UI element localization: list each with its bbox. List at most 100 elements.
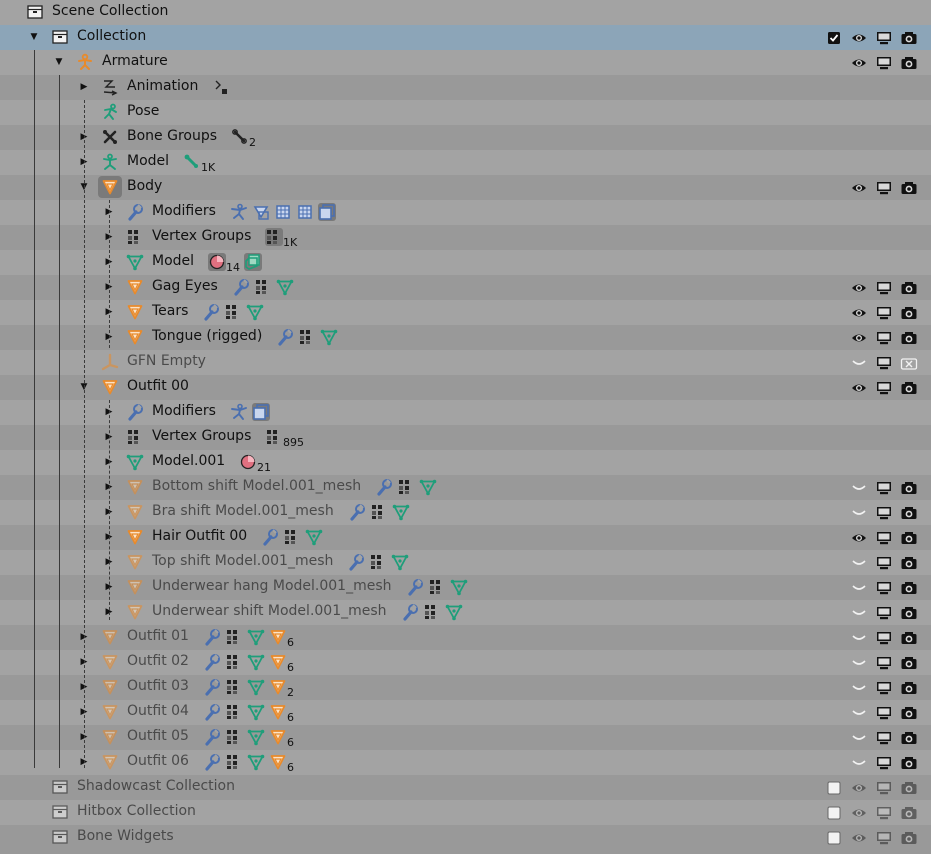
material-icon[interactable] (239, 453, 257, 471)
eye-closed-icon[interactable] (846, 675, 871, 700)
vertex-groups-icon[interactable] (265, 228, 283, 246)
monitor-icon[interactable] (871, 175, 896, 200)
outliner-row[interactable]: ▶ Model 1K (0, 150, 931, 175)
bone-icon[interactable] (183, 153, 201, 171)
camera-icon[interactable] (896, 650, 921, 675)
outliner-row[interactable]: ▶ Outfit 05 6 (0, 725, 931, 750)
wrench-icon[interactable] (401, 603, 419, 621)
expand-closed-arrow-icon[interactable]: ▶ (78, 81, 90, 93)
monitor-icon[interactable] (871, 375, 896, 400)
outliner-row[interactable]: ▶ Tears (0, 300, 931, 325)
subsurf-modifier-icon[interactable] (296, 203, 314, 221)
mesh-data-icon[interactable] (247, 728, 265, 746)
vertex-groups-icon[interactable] (298, 328, 316, 346)
monitor-icon[interactable] (871, 750, 896, 775)
mesh-data-icon[interactable] (247, 678, 265, 696)
wrench-icon[interactable] (203, 728, 221, 746)
camera-icon[interactable] (896, 475, 921, 500)
expand-open-arrow-icon[interactable]: ▼ (28, 31, 40, 43)
outliner-row[interactable]: ▶ Top shift Model.001_mesh (0, 550, 931, 575)
vertex-groups-icon[interactable] (265, 428, 283, 446)
monitor-icon[interactable] (871, 275, 896, 300)
eye-closed-icon[interactable] (846, 500, 871, 525)
wrench-icon[interactable] (261, 528, 279, 546)
eye-closed-icon[interactable] (846, 750, 871, 775)
eye-icon[interactable] (846, 275, 871, 300)
outliner-row[interactable]: ▶ Bottom shift Model.001_mesh (0, 475, 931, 500)
mesh-data-icon[interactable] (445, 603, 463, 621)
monitor-icon[interactable] (871, 600, 896, 625)
eye-closed-icon[interactable] (846, 600, 871, 625)
mesh-data-icon[interactable] (247, 703, 265, 721)
outliner-row[interactable]: ▶ Underwear hang Model.001_mesh (0, 575, 931, 600)
vertex-groups-icon[interactable] (397, 478, 415, 496)
eye-icon[interactable] (846, 775, 871, 800)
eye-closed-icon[interactable] (846, 475, 871, 500)
camera-icon[interactable] (896, 825, 921, 850)
wrench-icon[interactable] (203, 703, 221, 721)
outliner-row[interactable]: Hitbox Collection (0, 800, 931, 825)
wrench-icon[interactable] (232, 278, 250, 296)
vertex-groups-icon[interactable] (224, 303, 242, 321)
mesh-object-icon[interactable] (269, 753, 287, 771)
eye-icon[interactable] (846, 825, 871, 850)
camera-icon[interactable] (896, 675, 921, 700)
camera-icon[interactable] (896, 575, 921, 600)
shape-keys-icon[interactable] (244, 253, 262, 271)
vertex-groups-icon[interactable] (225, 753, 243, 771)
vertex-groups-icon[interactable] (428, 578, 446, 596)
camera-icon[interactable] (896, 500, 921, 525)
outliner-row[interactable]: ▶ Tongue (rigged) (0, 325, 931, 350)
eye-icon[interactable] (846, 800, 871, 825)
camera-icon[interactable] (896, 750, 921, 775)
outliner-row[interactable]: ▼ Outfit 00 (0, 375, 931, 400)
outliner-row[interactable]: ▶ Vertex Groups 1K (0, 225, 931, 250)
camera-icon[interactable] (896, 525, 921, 550)
vertex-groups-icon[interactable] (423, 603, 441, 621)
monitor-icon[interactable] (871, 575, 896, 600)
monitor-icon[interactable] (871, 825, 896, 850)
material-icon[interactable] (208, 253, 226, 271)
checkbox-empty-icon[interactable] (821, 825, 846, 850)
vertex-groups-icon[interactable] (370, 503, 388, 521)
vertex-groups-icon[interactable] (225, 653, 243, 671)
outliner-row[interactable]: ▶ Modifiers (0, 200, 931, 225)
outliner-row[interactable]: GFN Empty (0, 350, 931, 375)
outliner-row[interactable]: ▶ Animation (0, 75, 931, 100)
monitor-icon[interactable] (871, 475, 896, 500)
mesh-object-icon[interactable] (269, 653, 287, 671)
vertex-groups-icon[interactable] (254, 278, 272, 296)
wrench-icon[interactable] (406, 578, 424, 596)
mesh-object-icon[interactable] (269, 678, 287, 696)
mesh-object-icon[interactable] (269, 628, 287, 646)
outliner-row[interactable]: ▶ Hair Outfit 00 (0, 525, 931, 550)
mesh-data-icon[interactable] (247, 753, 265, 771)
camera-icon[interactable] (896, 725, 921, 750)
mesh-data-icon[interactable] (305, 528, 323, 546)
shrinkwrap-modifier-icon[interactable] (252, 203, 270, 221)
subsurf-modifier-icon[interactable] (274, 203, 292, 221)
mesh-object-icon[interactable] (269, 703, 287, 721)
monitor-icon[interactable] (871, 300, 896, 325)
outliner-row[interactable]: Bone Widgets (0, 825, 931, 850)
eye-icon[interactable] (846, 50, 871, 75)
solidify-modifier-icon[interactable] (252, 403, 270, 421)
camera-icon[interactable] (896, 25, 921, 50)
camera-icon[interactable] (896, 800, 921, 825)
camera-icon[interactable] (896, 325, 921, 350)
outliner-row[interactable]: ▶ Model 14 (0, 250, 931, 275)
eye-closed-icon[interactable] (846, 350, 871, 375)
eye-icon[interactable] (846, 175, 871, 200)
solidify-modifier-icon[interactable] (318, 203, 336, 221)
wrench-icon[interactable] (347, 553, 365, 571)
monitor-icon[interactable] (871, 350, 896, 375)
checkbox-empty-icon[interactable] (821, 775, 846, 800)
mesh-data-icon[interactable] (391, 553, 409, 571)
camera-icon[interactable] (896, 625, 921, 650)
mesh-data-icon[interactable] (247, 628, 265, 646)
eye-icon[interactable] (846, 300, 871, 325)
wrench-icon[interactable] (375, 478, 393, 496)
eye-closed-icon[interactable] (846, 650, 871, 675)
expand-open-arrow-icon[interactable]: ▼ (53, 56, 65, 68)
eye-closed-icon[interactable] (846, 625, 871, 650)
